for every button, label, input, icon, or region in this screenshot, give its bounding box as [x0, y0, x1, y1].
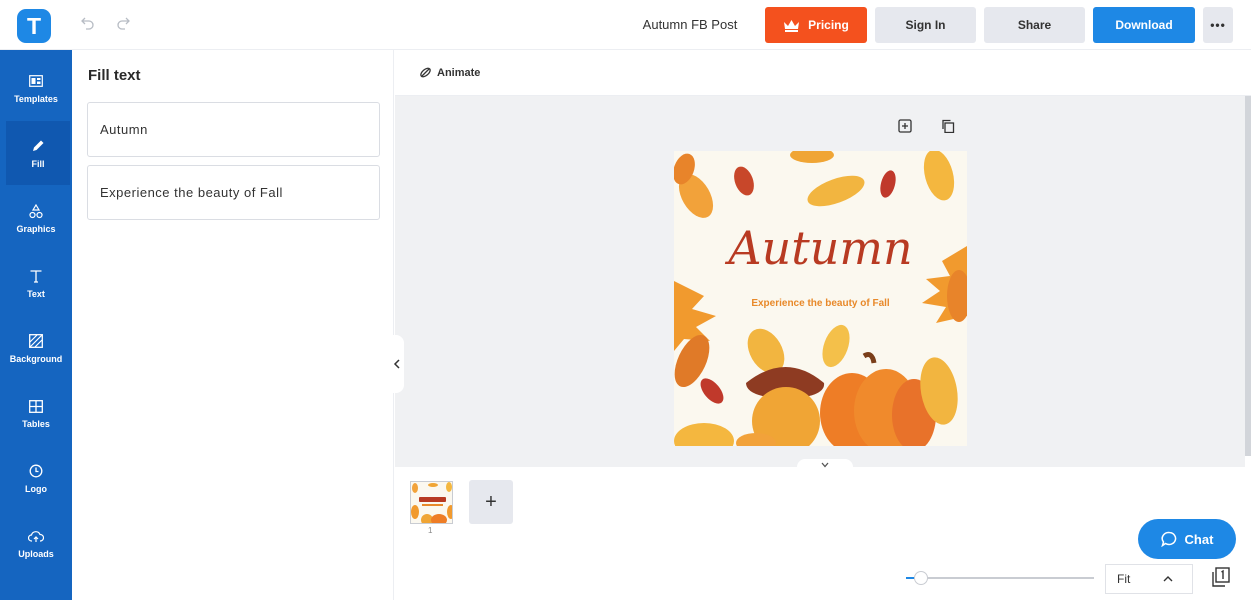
text-icon [27, 267, 45, 285]
sidebar-item-label: Templates [14, 94, 58, 104]
page-number: 1 [428, 526, 433, 535]
expand-pages-button[interactable] [797, 459, 853, 471]
chat-button[interactable]: Chat [1138, 519, 1236, 559]
pricing-label: Pricing [808, 18, 849, 32]
fill-text-field-title[interactable]: Autumn [87, 102, 380, 157]
add-page-icon[interactable] [897, 118, 913, 134]
sidebar-item-background[interactable]: Background [0, 316, 72, 380]
duplicate-page-icon[interactable] [940, 118, 956, 134]
sidebar-item-tables[interactable]: Tables [0, 381, 72, 445]
zoom-slider-track[interactable] [906, 577, 1094, 579]
design-title-text[interactable]: Autumn [674, 221, 967, 275]
table-icon [27, 397, 45, 415]
undo-icon[interactable] [79, 14, 97, 32]
add-page-button[interactable]: + [469, 480, 513, 524]
app-logo[interactable]: T [17, 9, 51, 43]
zoom-select-value: Fit [1117, 572, 1131, 586]
top-bar: T Autumn FB Post Pricing Sign In Share D… [0, 0, 1251, 50]
chat-label: Chat [1184, 531, 1214, 547]
pencil-icon [29, 137, 47, 155]
collapse-panel-button[interactable] [390, 335, 404, 393]
design-subtitle-text[interactable]: Experience the beauty of Fall [674, 298, 967, 309]
background-icon [27, 332, 45, 350]
sidebar-item-uploads[interactable]: Uploads [0, 511, 72, 575]
sidebar-item-graphics[interactable]: Graphics [0, 186, 72, 250]
sidebar-item-label: Logo [25, 484, 47, 494]
sign-in-button[interactable]: Sign In [875, 7, 976, 43]
sidebar-item-label: Text [27, 289, 45, 299]
sidebar-item-label: Fill [31, 159, 45, 169]
sidebar-item-label: Graphics [16, 224, 56, 234]
sidebar-item-text[interactable]: Text [0, 251, 72, 315]
animate-button[interactable]: Animate [419, 66, 480, 79]
animate-label: Animate [437, 66, 481, 79]
sidebar-item-fill[interactable]: Fill [6, 121, 70, 185]
zoom-select[interactable]: Fit [1105, 564, 1193, 594]
fill-text-panel: Fill text Autumn Experience the beauty o… [72, 50, 394, 600]
chevron-down-icon [821, 462, 829, 468]
page-thumbnail[interactable] [410, 481, 453, 524]
templates-icon [27, 72, 45, 90]
sidebar-item-label: Tables [22, 419, 50, 429]
zoom-slider-handle[interactable] [914, 571, 928, 585]
sidebar-item-logo[interactable]: Logo [0, 446, 72, 510]
shapes-icon [27, 202, 45, 220]
app-root: T Autumn FB Post Pricing Sign In Share D… [0, 0, 1251, 600]
canvas-toolbar: Animate [395, 50, 1251, 96]
sidebar-item-label: Uploads [18, 549, 54, 559]
chevron-up-icon[interactable] [1161, 571, 1175, 585]
logo-icon [27, 462, 45, 480]
sidebar-item-label: Background [9, 354, 63, 364]
crown-icon [784, 19, 800, 32]
chat-bubble-icon [1160, 531, 1176, 547]
download-button[interactable]: Download [1093, 7, 1195, 43]
document-title[interactable]: Autumn FB Post [630, 17, 750, 32]
left-sidebar: Templates Fill Graphics Text Background [0, 50, 72, 600]
page-count-icon[interactable] [1212, 567, 1230, 587]
animate-icon [420, 67, 431, 78]
fill-text-field-subtitle[interactable]: Experience the beauty of Fall [87, 165, 380, 220]
cloud-upload-icon [27, 527, 45, 545]
more-options-button[interactable]: ••• [1203, 7, 1233, 43]
design-canvas[interactable]: Autumn Experience the beauty of Fall [674, 151, 967, 446]
page-thumbnail-artwork [411, 482, 452, 523]
sidebar-item-templates[interactable]: Templates [0, 56, 72, 120]
pricing-button[interactable]: Pricing [765, 7, 867, 43]
canvas-scrollbar[interactable] [1245, 96, 1251, 456]
redo-icon[interactable] [114, 14, 132, 32]
chevron-left-icon [393, 359, 400, 369]
share-button[interactable]: Share [984, 7, 1085, 43]
panel-title: Fill text [88, 67, 141, 84]
